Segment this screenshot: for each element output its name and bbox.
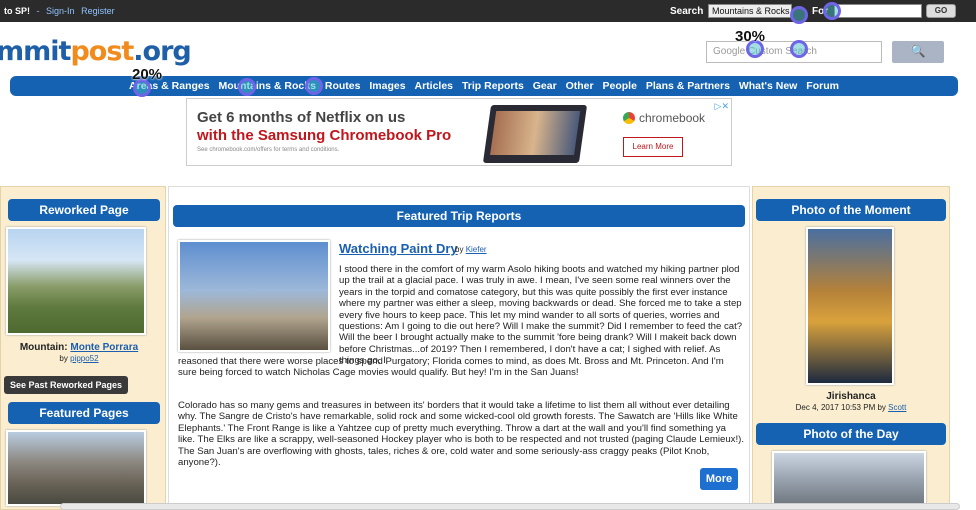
- logo-part-3: .org: [133, 36, 191, 67]
- ad-banner[interactable]: Get 6 months of Netflix on us with the S…: [186, 98, 732, 166]
- search-category-select[interactable]: Mountains & Rocks: [708, 4, 792, 18]
- photo-moment-date: Dec 4, 2017 10:53 PM by Scott: [756, 403, 946, 412]
- nav-whats-new[interactable]: What's New: [739, 80, 798, 92]
- featured-pages-heading: Featured Pages: [8, 402, 160, 424]
- nav-images[interactable]: Images: [369, 80, 405, 92]
- ad-learn-more-button[interactable]: Learn More: [623, 137, 683, 157]
- chrome-icon: [623, 112, 635, 124]
- nav-forum[interactable]: Forum: [806, 80, 839, 92]
- trip-by-text: by: [455, 245, 464, 254]
- google-search-button[interactable]: 🔍: [892, 41, 944, 63]
- reworked-author[interactable]: pippo52: [70, 354, 98, 363]
- register-link[interactable]: Register: [81, 6, 115, 16]
- overlay-badge-30: 30%: [735, 28, 766, 45]
- past-reworked-button[interactable]: See Past Reworked Pages: [4, 376, 129, 394]
- top-search-input[interactable]: [834, 4, 922, 18]
- ad-brand: chromebook: [623, 111, 705, 125]
- nav-plans[interactable]: Plans & Partners: [646, 80, 730, 92]
- more-button[interactable]: More: [700, 468, 738, 490]
- overlay-badge-20: 20%: [132, 66, 163, 83]
- nav-mountains[interactable]: Mountains & Rocks: [219, 80, 316, 92]
- site-logo[interactable]: mmitpost.org: [0, 36, 192, 67]
- horizontal-scrollbar[interactable]: [60, 503, 960, 510]
- top-links: to SP! - Sign-In Register: [4, 6, 115, 16]
- page: to SP! - Sign-In Register Search Mountai…: [0, 0, 976, 510]
- by-text: by: [59, 354, 68, 363]
- nav-gear[interactable]: Gear: [533, 80, 557, 92]
- photo-moment-name: Jirishanca: [826, 391, 876, 402]
- moment-date-text: Dec 4, 2017 10:53 PM by: [795, 403, 886, 412]
- trip-report-byline: by Kiefer: [455, 245, 487, 254]
- featured-trip-heading: Featured Trip Reports: [173, 205, 745, 227]
- overlay-ring-icon: [790, 6, 808, 24]
- photo-moment-image[interactable]: [806, 227, 894, 385]
- logo-part-1: mmit: [0, 36, 71, 67]
- overlay-ring-icon: [305, 77, 323, 95]
- trip-report-para1: I stood there in the comfort of my warm …: [339, 264, 743, 367]
- ad-device-image: [482, 105, 588, 163]
- signin-link[interactable]: Sign-In: [46, 6, 75, 16]
- photo-day-image[interactable]: [772, 451, 926, 506]
- nav-other[interactable]: Other: [566, 80, 594, 92]
- reworked-caption: Mountain: Monte Porrara: [0, 342, 158, 353]
- go-button[interactable]: GO: [926, 4, 956, 18]
- trip-author-link[interactable]: Kiefer: [466, 245, 487, 254]
- trip-report-para2: Colorado has so many gems and treasures …: [178, 400, 744, 469]
- ad-headline: Get 6 months of Netflix on us: [197, 109, 406, 126]
- trip-report-para1-cont: reasoned that there were worse places to…: [178, 356, 724, 379]
- ad-brand-text: chromebook: [639, 111, 706, 125]
- featured-page-photo[interactable]: [6, 430, 146, 506]
- nav-people[interactable]: People: [603, 80, 637, 92]
- overlay-ring-icon: [238, 78, 256, 96]
- reworked-byline: by pippo52: [0, 354, 158, 363]
- trip-report-photo[interactable]: [178, 240, 330, 352]
- moment-author-link[interactable]: Scott: [888, 403, 906, 412]
- logo-part-2: post: [70, 36, 134, 67]
- photo-moment-heading: Photo of the Moment: [756, 199, 946, 221]
- nav-routes[interactable]: Routes: [325, 80, 361, 92]
- nav-articles[interactable]: Articles: [415, 80, 454, 92]
- ad-fineprint: See chromebook.com/offers for terms and …: [197, 147, 340, 153]
- overlay-ring-icon: [823, 2, 841, 20]
- welcome-text: to SP!: [4, 6, 30, 16]
- overlay-ring-icon: [790, 40, 808, 58]
- trip-report-title[interactable]: Watching Paint Dry: [339, 241, 458, 256]
- reworked-photo[interactable]: [6, 227, 146, 335]
- photo-day-heading: Photo of the Day: [756, 423, 946, 445]
- reworked-heading: Reworked Page: [8, 199, 160, 221]
- reworked-link[interactable]: Monte Porrara: [70, 342, 138, 353]
- search-label: Search: [670, 6, 704, 17]
- caption-prefix: Mountain:: [19, 342, 68, 353]
- dash-sep: -: [36, 6, 40, 16]
- ad-close-icon[interactable]: ▷✕: [715, 101, 729, 112]
- ad-subheadline: with the Samsung Chromebook Pro: [197, 127, 452, 144]
- nav-trip-reports[interactable]: Trip Reports: [462, 80, 524, 92]
